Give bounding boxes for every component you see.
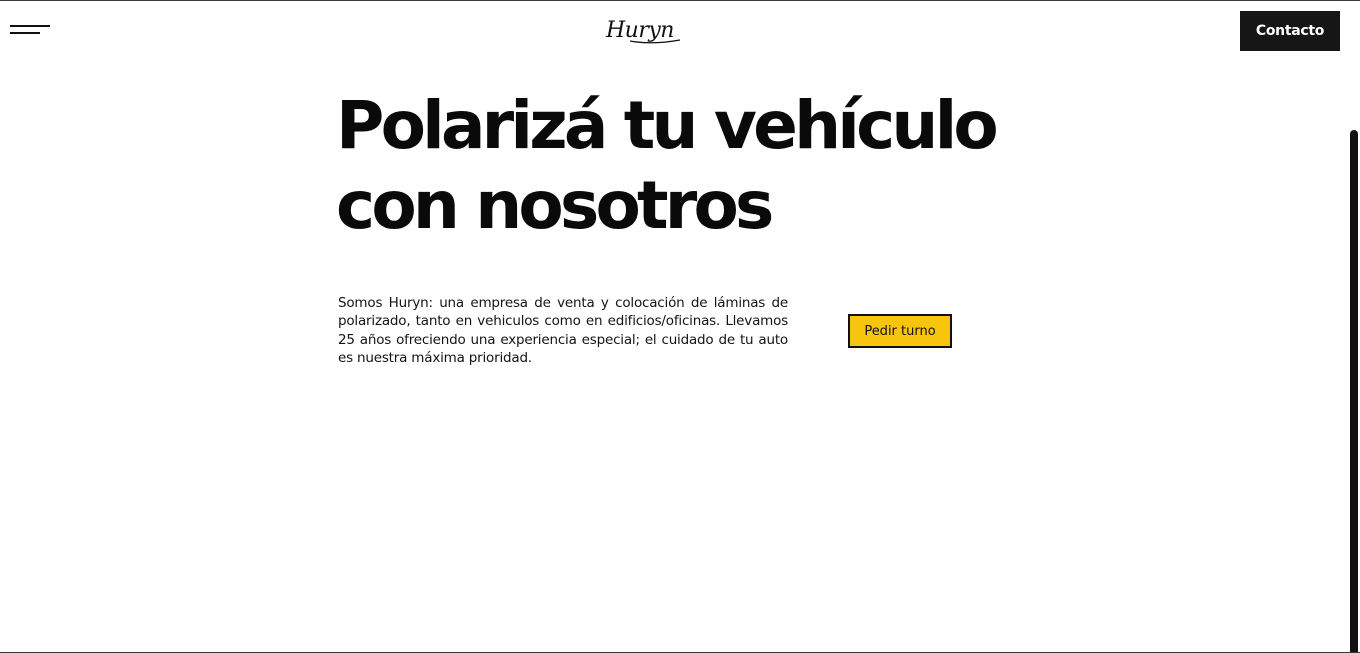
book-appointment-button[interactable]: Pedir turno [848,314,952,348]
menu-bar-top [10,25,50,27]
huryn-logo[interactable]: Huryn [600,14,686,48]
hero-title-line-1: Polarizá tu vehículo [336,87,999,164]
hero-description: Somos Huryn: una empresa de venta y colo… [338,295,788,367]
hero-title: Polarizá tu vehículo con nosotros [336,86,1056,246]
scrollbar-thumb[interactable] [1350,130,1358,653]
hero-title-line-2: con nosotros [336,167,774,244]
contact-button[interactable]: Contacto [1240,11,1340,51]
huryn-logo-mark: Huryn [605,18,681,44]
site-header: Huryn Contacto [0,0,1360,62]
menu-bar-bottom [10,32,40,34]
hamburger-menu-icon[interactable] [10,22,52,40]
page-scrollbar[interactable] [1350,130,1358,653]
logo-text: Huryn [605,18,674,43]
